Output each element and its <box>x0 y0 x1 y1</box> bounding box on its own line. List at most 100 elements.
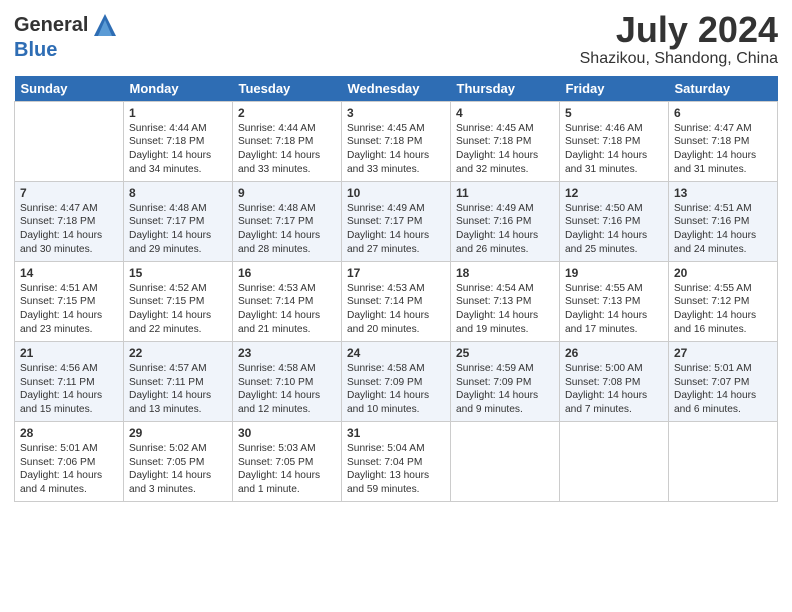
day-number: 22 <box>129 346 227 360</box>
cell-info: Sunrise: 4:50 AMSunset: 7:16 PMDaylight:… <box>565 203 647 255</box>
page: General Blue July 2024 Shazikou, Shandon… <box>0 0 792 612</box>
cell-info: Sunrise: 4:59 AMSunset: 7:09 PMDaylight:… <box>456 363 538 415</box>
day-number: 20 <box>674 266 772 280</box>
day-number: 6 <box>674 106 772 120</box>
cell-info: Sunrise: 5:01 AMSunset: 7:07 PMDaylight:… <box>674 363 756 415</box>
cell-info: Sunrise: 4:49 AMSunset: 7:17 PMDaylight:… <box>347 203 429 255</box>
day-number: 30 <box>238 426 336 440</box>
cell-info: Sunrise: 5:03 AMSunset: 7:05 PMDaylight:… <box>238 443 320 495</box>
calendar-cell: 18Sunrise: 4:54 AMSunset: 7:13 PMDayligh… <box>451 261 560 341</box>
cell-info: Sunrise: 5:04 AMSunset: 7:04 PMDaylight:… <box>347 443 429 495</box>
month-title: July 2024 <box>580 10 778 50</box>
calendar-cell: 22 Sunrise: 4:57 AMSunset: 7:11 PMDayligh… <box>124 341 233 421</box>
calendar-cell: 25 Sunrise: 4:59 AMSunset: 7:09 PMDayligh… <box>451 341 560 421</box>
day-number: 24 <box>347 346 445 360</box>
day-number: 8 <box>129 186 227 200</box>
day-number: 21 <box>20 346 118 360</box>
cell-info: Sunrise: 4:47 AMSunset: 7:18 PMDaylight:… <box>674 123 756 175</box>
cell-info: Sunrise: 4:52 AMSunset: 7:15 PMDaylight:… <box>129 283 211 335</box>
calendar-cell <box>560 421 669 501</box>
cell-info: Sunrise: 4:58 AMSunset: 7:10 PMDaylight:… <box>238 363 320 415</box>
calendar-cell: 3 Sunrise: 4:45 AMSunset: 7:18 PMDaylight… <box>342 101 451 181</box>
logo: General Blue <box>14 10 120 60</box>
calendar-week-row: 14 Sunrise: 4:51 AMSunset: 7:15 PMDayligh… <box>15 261 778 341</box>
cell-info: Sunrise: 4:55 AMSunset: 7:13 PMDaylight:… <box>565 283 647 335</box>
calendar-cell: 23 Sunrise: 4:58 AMSunset: 7:10 PMDayligh… <box>233 341 342 421</box>
cell-info: Sunrise: 4:51 AMSunset: 7:15 PMDaylight:… <box>20 283 102 335</box>
day-number: 2 <box>238 106 336 120</box>
weekday-header: Friday <box>560 76 669 102</box>
day-number: 29 <box>129 426 227 440</box>
header-row: SundayMondayTuesdayWednesdayThursdayFrid… <box>15 76 778 102</box>
day-number: 3 <box>347 106 445 120</box>
calendar-cell: 24 Sunrise: 4:58 AMSunset: 7:09 PMDayligh… <box>342 341 451 421</box>
cell-info: Sunrise: 5:02 AMSunset: 7:05 PMDaylight:… <box>129 443 211 495</box>
cell-info: Sunrise: 4:49 AMSunset: 7:16 PMDaylight:… <box>456 203 538 255</box>
calendar-cell: 10 Sunrise: 4:49 AMSunset: 7:17 PMDayligh… <box>342 181 451 261</box>
day-number: 11 <box>456 186 554 200</box>
day-number: 13 <box>674 186 772 200</box>
day-number: 25 <box>456 346 554 360</box>
calendar-week-row: 21 Sunrise: 4:56 AMSunset: 7:11 PMDayligh… <box>15 341 778 421</box>
calendar-week-row: 7Sunrise: 4:47 AMSunset: 7:18 PMDaylight… <box>15 181 778 261</box>
calendar-cell: 8Sunrise: 4:48 AMSunset: 7:17 PMDaylight… <box>124 181 233 261</box>
day-number: 10 <box>347 186 445 200</box>
day-number: 1 <box>129 106 227 120</box>
calendar-cell: 6 Sunrise: 4:47 AMSunset: 7:18 PMDaylight… <box>669 101 778 181</box>
calendar-cell: 31 Sunrise: 5:04 AMSunset: 7:04 PMDayligh… <box>342 421 451 501</box>
cell-info: Sunrise: 4:48 AMSunset: 7:17 PMDaylight:… <box>238 203 320 255</box>
calendar-cell: 29 Sunrise: 5:02 AMSunset: 7:05 PMDayligh… <box>124 421 233 501</box>
calendar-cell: 2Sunrise: 4:44 AMSunset: 7:18 PMDaylight… <box>233 101 342 181</box>
weekday-header: Sunday <box>15 76 124 102</box>
weekday-header: Tuesday <box>233 76 342 102</box>
calendar-cell: 17Sunrise: 4:53 AMSunset: 7:14 PMDayligh… <box>342 261 451 341</box>
cell-info: Sunrise: 4:45 AMSunset: 7:18 PMDaylight:… <box>347 123 429 175</box>
calendar-cell: 1Sunrise: 4:44 AMSunset: 7:18 PMDaylight… <box>124 101 233 181</box>
calendar-cell: 14 Sunrise: 4:51 AMSunset: 7:15 PMDayligh… <box>15 261 124 341</box>
cell-info: Sunrise: 4:55 AMSunset: 7:12 PMDaylight:… <box>674 283 756 335</box>
cell-info: Sunrise: 4:53 AMSunset: 7:14 PMDaylight:… <box>238 283 320 335</box>
day-number: 27 <box>674 346 772 360</box>
cell-info: Sunrise: 4:57 AMSunset: 7:11 PMDaylight:… <box>129 363 211 415</box>
cell-info: Sunrise: 4:46 AMSunset: 7:18 PMDaylight:… <box>565 123 647 175</box>
day-number: 26 <box>565 346 663 360</box>
day-number: 5 <box>565 106 663 120</box>
logo-blue: Blue <box>14 40 120 60</box>
cell-info: Sunrise: 5:00 AMSunset: 7:08 PMDaylight:… <box>565 363 647 415</box>
calendar-table: SundayMondayTuesdayWednesdayThursdayFrid… <box>14 76 778 502</box>
cell-info: Sunrise: 4:56 AMSunset: 7:11 PMDaylight:… <box>20 363 102 415</box>
location-subtitle: Shazikou, Shandong, China <box>580 50 778 68</box>
day-number: 15 <box>129 266 227 280</box>
calendar-cell <box>669 421 778 501</box>
calendar-cell: 12Sunrise: 4:50 AMSunset: 7:16 PMDayligh… <box>560 181 669 261</box>
day-number: 14 <box>20 266 118 280</box>
calendar-cell: 27 Sunrise: 5:01 AMSunset: 7:07 PMDayligh… <box>669 341 778 421</box>
calendar-cell: 4Sunrise: 4:45 AMSunset: 7:18 PMDaylight… <box>451 101 560 181</box>
calendar-cell: 26 Sunrise: 5:00 AMSunset: 7:08 PMDayligh… <box>560 341 669 421</box>
header: General Blue July 2024 Shazikou, Shandon… <box>14 10 778 68</box>
weekday-header: Saturday <box>669 76 778 102</box>
calendar-cell: 11 Sunrise: 4:49 AMSunset: 7:16 PMDayligh… <box>451 181 560 261</box>
title-block: July 2024 Shazikou, Shandong, China <box>580 10 778 68</box>
calendar-cell: 7Sunrise: 4:47 AMSunset: 7:18 PMDaylight… <box>15 181 124 261</box>
calendar-cell: 28Sunrise: 5:01 AMSunset: 7:06 PMDayligh… <box>15 421 124 501</box>
day-number: 4 <box>456 106 554 120</box>
calendar-cell: 16Sunrise: 4:53 AMSunset: 7:14 PMDayligh… <box>233 261 342 341</box>
cell-info: Sunrise: 4:54 AMSunset: 7:13 PMDaylight:… <box>456 283 538 335</box>
day-number: 19 <box>565 266 663 280</box>
calendar-cell: 21 Sunrise: 4:56 AMSunset: 7:11 PMDayligh… <box>15 341 124 421</box>
day-number: 31 <box>347 426 445 440</box>
weekday-header: Thursday <box>451 76 560 102</box>
day-number: 28 <box>20 426 118 440</box>
cell-info: Sunrise: 4:58 AMSunset: 7:09 PMDaylight:… <box>347 363 429 415</box>
day-number: 9 <box>238 186 336 200</box>
calendar-cell: 20 Sunrise: 4:55 AMSunset: 7:12 PMDayligh… <box>669 261 778 341</box>
calendar-cell: 30 Sunrise: 5:03 AMSunset: 7:05 PMDayligh… <box>233 421 342 501</box>
calendar-week-row: 1Sunrise: 4:44 AMSunset: 7:18 PMDaylight… <box>15 101 778 181</box>
day-number: 23 <box>238 346 336 360</box>
weekday-header: Monday <box>124 76 233 102</box>
cell-info: Sunrise: 4:51 AMSunset: 7:16 PMDaylight:… <box>674 203 756 255</box>
logo-general: General <box>14 14 88 36</box>
day-number: 17 <box>347 266 445 280</box>
calendar-cell <box>15 101 124 181</box>
